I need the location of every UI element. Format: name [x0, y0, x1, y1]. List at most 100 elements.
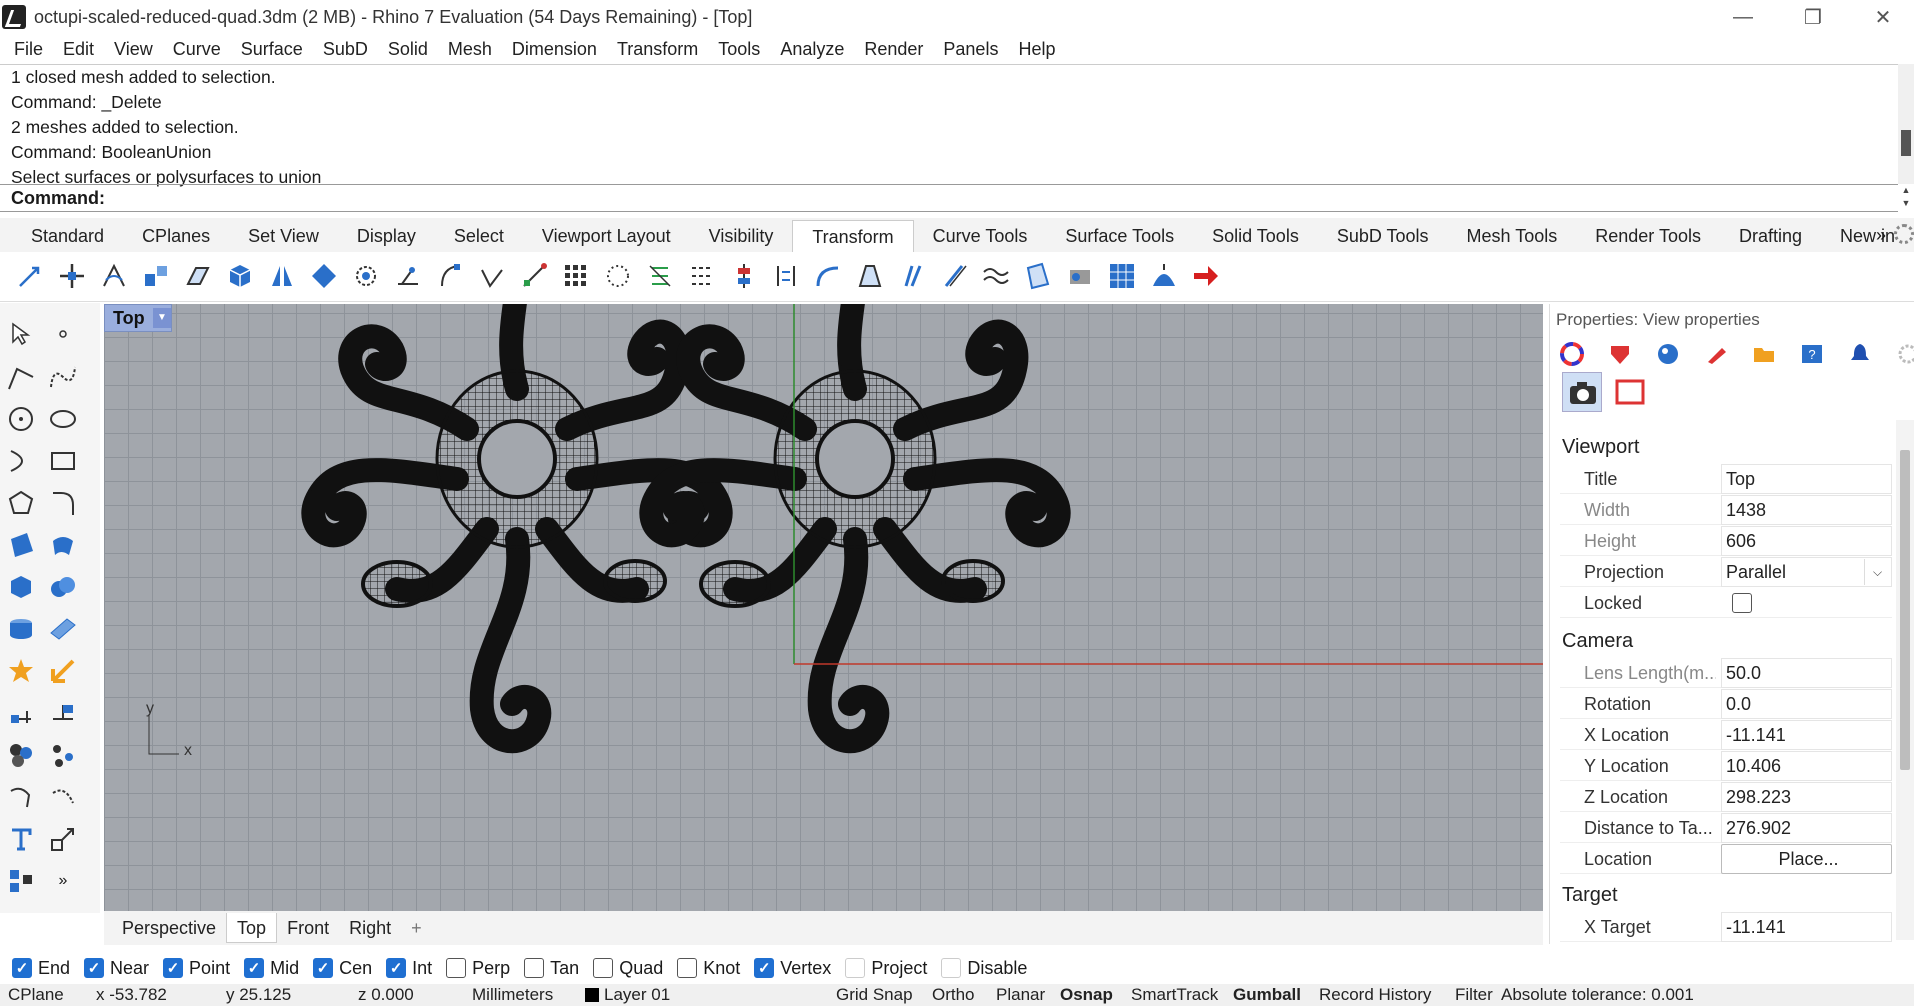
point-icon[interactable] — [46, 317, 80, 351]
analyze-icon[interactable] — [46, 696, 80, 730]
viewport-width-field[interactable]: 1438 — [1721, 495, 1892, 525]
copy-icon[interactable] — [56, 260, 88, 292]
menu-mesh[interactable]: Mesh — [438, 39, 502, 60]
texture-icon[interactable] — [1702, 340, 1730, 368]
offset-curve-icon[interactable] — [4, 780, 38, 814]
osnap-point[interactable]: ✓ Point — [163, 958, 230, 979]
tab-render-tools[interactable]: Render Tools — [1576, 220, 1720, 252]
checkbox-checked-icon[interactable]: ✓ — [244, 958, 265, 978]
tab-front[interactable]: Front — [277, 913, 339, 943]
rotate-icon[interactable] — [98, 260, 130, 292]
checkbox-checked-icon[interactable]: ✓ — [313, 958, 334, 978]
blend-curve-icon[interactable] — [46, 780, 80, 814]
menu-file[interactable]: File — [4, 39, 53, 60]
rhino-logo-icon[interactable] — [2, 5, 26, 29]
notification-bell-icon[interactable] — [1846, 340, 1874, 368]
tab-drafting[interactable]: Drafting — [1720, 220, 1821, 252]
restore-button[interactable]: ❐ — [1778, 0, 1848, 34]
red-arrow-icon[interactable] — [1190, 260, 1222, 292]
render-spheres-icon[interactable] — [4, 738, 38, 772]
menu-panels[interactable]: Panels — [933, 39, 1008, 60]
smash-icon[interactable] — [938, 260, 970, 292]
fillet-curve-icon[interactable] — [46, 486, 80, 520]
gumball-toggle[interactable]: Gumball — [1233, 985, 1301, 1005]
menu-curve[interactable]: Curve — [163, 39, 231, 60]
array-linear-icon[interactable] — [686, 260, 718, 292]
dome-mesh-icon[interactable] — [1148, 260, 1180, 292]
cage-edit-icon[interactable] — [854, 260, 886, 292]
array-icon[interactable] — [560, 260, 592, 292]
folder-icon[interactable] — [1750, 340, 1778, 368]
menu-analyze[interactable]: Analyze — [770, 39, 854, 60]
rotation-field[interactable]: 0.0 — [1721, 689, 1892, 719]
planar-toggle[interactable]: Planar — [996, 985, 1045, 1005]
box-icon[interactable] — [224, 260, 256, 292]
array-crv-icon[interactable] — [602, 260, 634, 292]
tab-curve-tools[interactable]: Curve Tools — [914, 220, 1047, 252]
top-viewport[interactable]: Top ▼ y x — [104, 304, 1543, 911]
menu-dimension[interactable]: Dimension — [502, 39, 607, 60]
tab-viewport-layout[interactable]: Viewport Layout — [523, 220, 690, 252]
gear-icon[interactable] — [1894, 224, 1914, 244]
record-history-toggle[interactable]: Record History — [1319, 985, 1431, 1005]
taper-icon[interactable] — [518, 260, 550, 292]
osnap-near[interactable]: ✓ Near — [84, 958, 149, 979]
tab-top[interactable]: Top — [226, 913, 278, 943]
tab-surface-tools[interactable]: Surface Tools — [1046, 220, 1193, 252]
menu-help[interactable]: Help — [1008, 39, 1065, 60]
tab-display[interactable]: Display — [338, 220, 435, 252]
x-location-field[interactable]: -11.141 — [1721, 720, 1892, 750]
checkbox-checked-icon[interactable]: ✓ — [84, 958, 105, 978]
add-viewport-tab-icon[interactable]: + — [401, 913, 432, 943]
arc-icon[interactable] — [4, 444, 38, 478]
checkbox-icon[interactable] — [524, 958, 545, 978]
scale-tool-icon[interactable] — [46, 822, 80, 856]
soft-move-icon[interactable] — [980, 260, 1012, 292]
tab-mesh-tools[interactable]: Mesh Tools — [1448, 220, 1577, 252]
menu-render[interactable]: Render — [854, 39, 933, 60]
flow-icon[interactable] — [770, 260, 802, 292]
osnap-quad[interactable]: Quad — [593, 958, 663, 979]
checkbox-icon[interactable] — [677, 958, 698, 978]
viewport-frame-icon[interactable] — [1610, 372, 1650, 412]
tab-set-view[interactable]: Set View — [229, 220, 338, 252]
scroll-thumb[interactable] — [1901, 130, 1911, 156]
tab-visibility[interactable]: Visibility — [690, 220, 793, 252]
color-wheel-icon[interactable] — [1558, 340, 1586, 368]
menu-surface[interactable]: Surface — [231, 39, 313, 60]
checkbox-checked-icon[interactable]: ✓ — [386, 958, 407, 978]
settings-gear-icon[interactable] — [1894, 340, 1914, 368]
grid-snap-toggle[interactable]: Grid Snap — [836, 985, 913, 1005]
osnap-tan[interactable]: Tan — [524, 958, 579, 979]
command-spinner[interactable]: ▲ ▼ — [1898, 184, 1914, 212]
viewport-title-field[interactable]: Top — [1721, 464, 1892, 494]
dimension-icon[interactable] — [4, 696, 38, 730]
mesh-plane-icon[interactable] — [46, 612, 80, 646]
surface-icon[interactable] — [4, 528, 38, 562]
twist-icon[interactable] — [434, 260, 466, 292]
x-target-field[interactable]: -11.141 — [1721, 912, 1892, 942]
tab-overflow-icon[interactable]: » — [1876, 218, 1896, 252]
osnap-project[interactable]: Project — [845, 958, 927, 979]
ortho-toggle[interactable]: Ortho — [932, 985, 975, 1005]
curve-icon[interactable] — [46, 360, 80, 394]
locked-checkbox[interactable] — [1732, 593, 1752, 613]
maelstrom-icon[interactable] — [1022, 260, 1054, 292]
scale-icon[interactable] — [140, 260, 172, 292]
properties-scrollbar[interactable] — [1896, 420, 1914, 940]
extrude-surface-icon[interactable] — [46, 528, 80, 562]
bend-icon[interactable] — [476, 260, 508, 292]
checkbox-icon[interactable] — [593, 958, 614, 978]
osnap-int[interactable]: ✓ Int — [386, 958, 432, 979]
checkbox-icon[interactable] — [941, 958, 962, 978]
tab-standard[interactable]: Standard — [12, 220, 123, 252]
layer-label[interactable]: Layer 01 — [604, 985, 670, 1005]
checkbox-checked-icon[interactable]: ✓ — [754, 958, 775, 978]
osnap-end[interactable]: ✓ End — [12, 958, 70, 979]
splop-icon[interactable] — [812, 260, 844, 292]
rectangle-icon[interactable] — [46, 444, 80, 478]
filter-button[interactable]: Filter — [1455, 985, 1493, 1005]
orient-icon[interactable] — [308, 260, 340, 292]
checkbox-checked-icon[interactable]: ✓ — [12, 958, 32, 978]
menu-solid[interactable]: Solid — [378, 39, 438, 60]
